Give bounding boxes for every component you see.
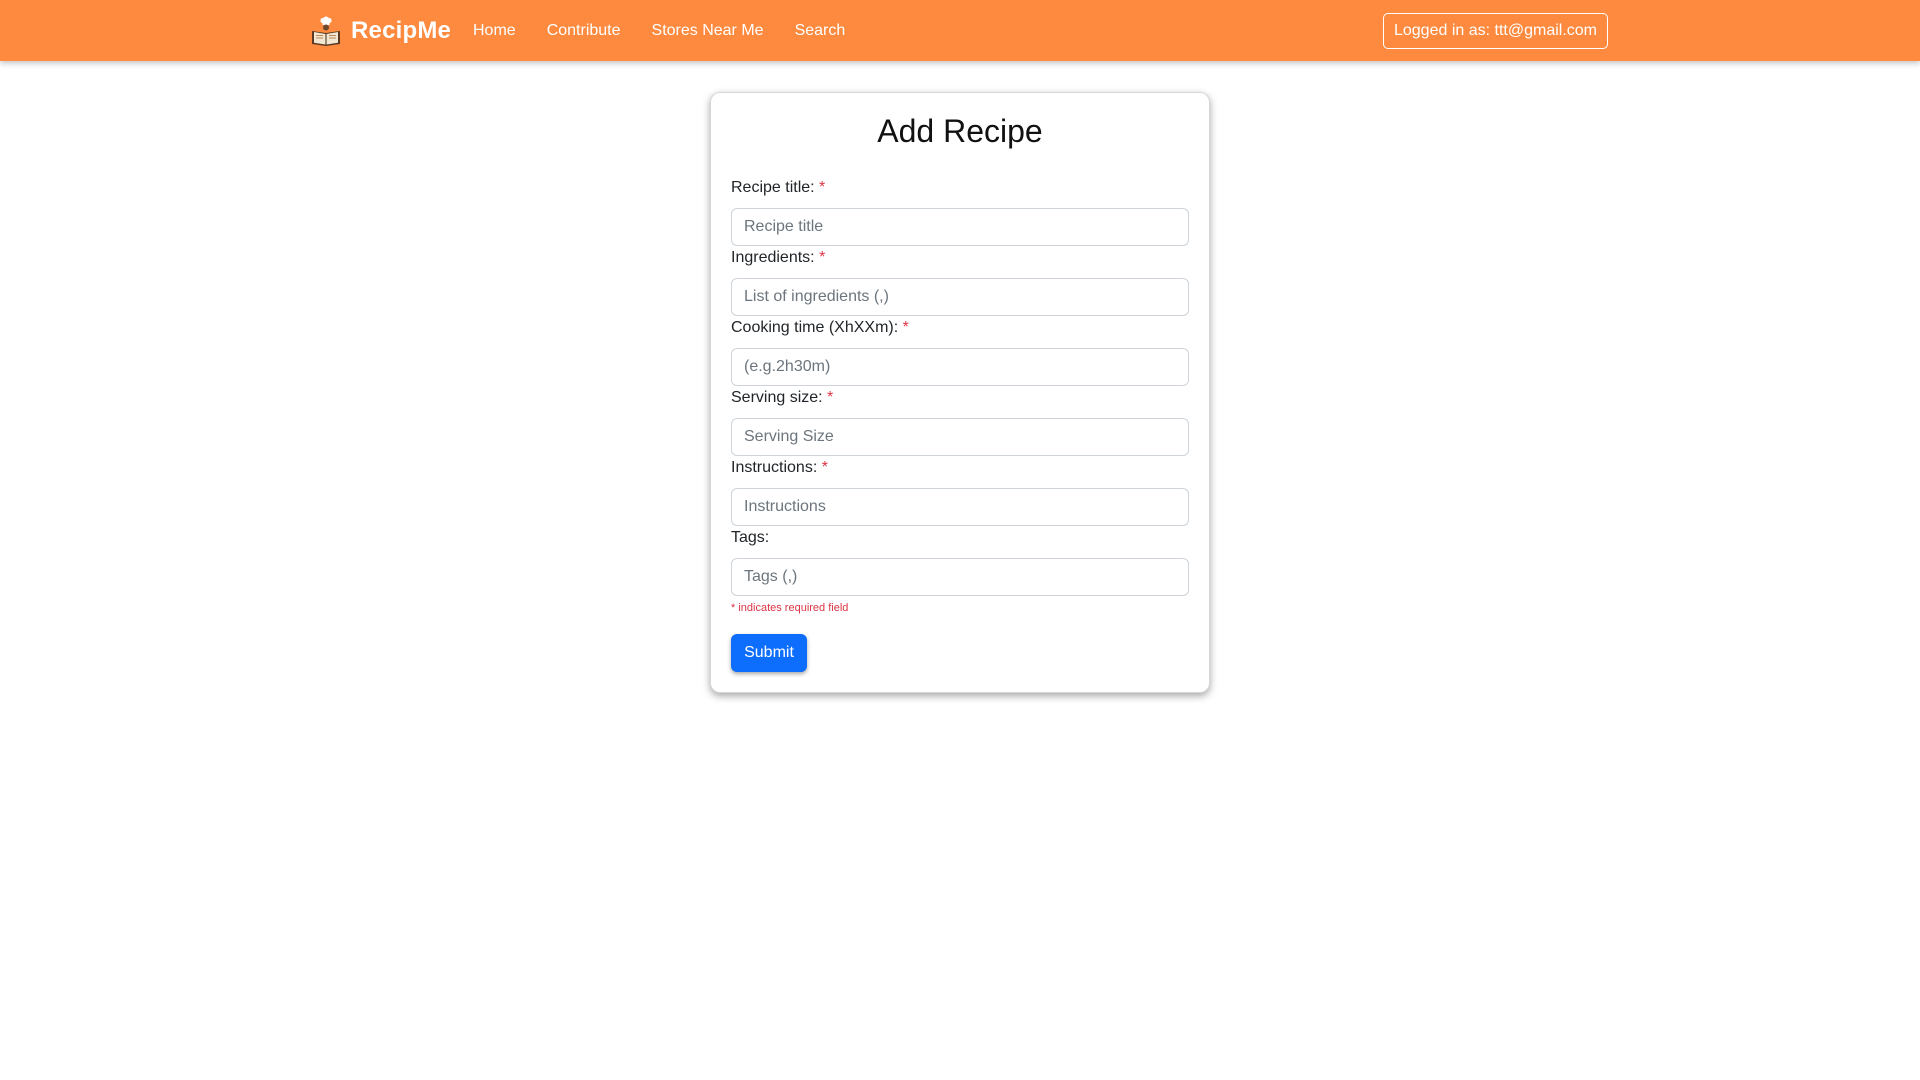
nav-link-contribute[interactable]: Contribute bbox=[547, 22, 621, 40]
brand-name: RecipMe bbox=[351, 17, 452, 44]
nav-links: Home Contribute Stores Near Me Search bbox=[473, 0, 876, 61]
ingredients-input[interactable] bbox=[731, 278, 1189, 316]
required-field-note: * indicates required field bbox=[731, 602, 849, 614]
serving-size-label: Serving size: * bbox=[731, 389, 834, 406]
required-asterisk: * bbox=[902, 319, 909, 336]
add-recipe-card: Add Recipe Recipe title: * Ingredients: … bbox=[710, 92, 1210, 693]
required-asterisk: * bbox=[819, 179, 826, 196]
tags-label: Tags: bbox=[731, 529, 770, 546]
brand-logo-link[interactable]: RecipMe bbox=[310, 14, 451, 48]
submit-button[interactable]: Submit bbox=[731, 634, 807, 672]
nav-link-stores-near-me[interactable]: Stores Near Me bbox=[652, 22, 764, 40]
nav-link-home[interactable]: Home bbox=[473, 22, 516, 40]
required-asterisk: * bbox=[827, 389, 834, 406]
required-asterisk: * bbox=[819, 249, 826, 266]
navbar: RecipMe Home Contribute Stores Near Me S… bbox=[0, 0, 1920, 61]
nav-link-search[interactable]: Search bbox=[795, 22, 846, 40]
recipe-title-input[interactable] bbox=[731, 208, 1189, 246]
page-title: Add Recipe bbox=[877, 113, 1043, 149]
instructions-input[interactable] bbox=[731, 488, 1189, 526]
instructions-label: Instructions: * bbox=[731, 459, 828, 476]
required-asterisk: * bbox=[821, 459, 828, 476]
logged-in-user-button[interactable]: Logged in as: ttt@gmail.com bbox=[1383, 13, 1608, 49]
cooking-time-input[interactable] bbox=[731, 348, 1189, 386]
cooking-time-label: Cooking time (XhXXm): * bbox=[731, 319, 909, 336]
ingredients-label: Ingredients: * bbox=[731, 249, 826, 266]
tags-input[interactable] bbox=[731, 558, 1189, 596]
serving-size-input[interactable] bbox=[731, 418, 1189, 456]
recipe-title-label: Recipe title: * bbox=[731, 179, 826, 196]
recipe-book-chef-icon bbox=[312, 16, 340, 46]
